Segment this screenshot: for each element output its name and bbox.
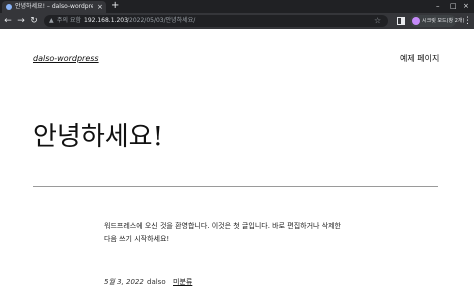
profile-button[interactable]: 시크릿 모드(창 2개) <box>410 15 464 27</box>
profile-name: 시크릿 모드(창 2개) <box>422 18 465 24</box>
kebab-menu-icon[interactable]: ⋮ <box>463 15 472 27</box>
globe-icon <box>6 4 12 10</box>
close-tab-icon[interactable]: × <box>97 2 103 12</box>
post-body-line: 다음 쓰기 시작하세요! <box>104 235 170 243</box>
nav-link-example-page[interactable]: 예제 페이지 <box>400 53 439 64</box>
post-body: 워드프레스에 오신 것을 환영합니다. 이것은 첫 글입니다. 바로 편집하거나… <box>104 220 379 246</box>
forward-icon[interactable]: → <box>16 15 26 27</box>
security-label[interactable]: 주의 요함 <box>57 15 81 27</box>
url-host: 192.168.1.203 <box>84 17 128 24</box>
post-date-link[interactable]: 5월 3, 2022 <box>104 278 144 287</box>
post-body-line: 워드프레스에 오신 것을 환영합니다. 이것은 첫 글입니다. 바로 편집하거나… <box>104 222 341 230</box>
divider <box>33 186 438 187</box>
browser-toolbar: ← → ↻ ▲ 주의 요함 192.168.1.203 /2022/05/03/… <box>0 13 474 29</box>
tab-title: 안녕하세요! – dalso-wordpress <box>15 3 93 10</box>
address-bar[interactable]: ▲ 주의 요함 192.168.1.203 /2022/05/03/안녕하세요/… <box>44 15 388 27</box>
new-tab-button[interactable]: + <box>111 0 119 12</box>
warning-icon[interactable]: ▲ <box>49 17 54 25</box>
browser-tab-bar: 안녕하세요! – dalso-wordpress × + – □ × <box>0 0 474 13</box>
side-panel-icon[interactable] <box>397 17 405 25</box>
post-title: 안녕하세요! <box>33 122 164 152</box>
site-title-link[interactable]: dalso-wordpress <box>33 54 99 63</box>
bookmark-star-icon[interactable]: ☆ <box>374 15 381 27</box>
reload-icon[interactable]: ↻ <box>29 15 39 27</box>
incognito-avatar-icon <box>412 17 420 25</box>
maximize-icon[interactable]: □ <box>450 1 457 11</box>
back-icon[interactable]: ← <box>3 15 13 27</box>
minimize-icon[interactable]: – <box>436 1 440 11</box>
close-window-icon[interactable]: × <box>463 1 469 11</box>
post-author-link[interactable]: dalso <box>147 278 166 287</box>
url-path: /2022/05/03/안녕하세요/ <box>127 17 196 24</box>
post-category-link[interactable]: 미분류 <box>173 278 192 287</box>
browser-tab[interactable]: 안녕하세요! – dalso-wordpress × <box>2 1 106 13</box>
